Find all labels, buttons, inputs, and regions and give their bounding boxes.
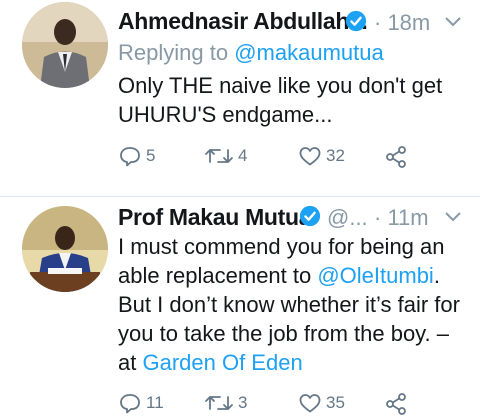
retweet-button[interactable]: 4 <box>204 145 247 167</box>
chevron-down-icon[interactable] <box>444 211 462 223</box>
share-button[interactable] <box>384 145 408 169</box>
retweet-count: 4 <box>238 146 248 165</box>
retweet-count: 3 <box>238 393 248 412</box>
verified-badge-icon <box>345 10 367 32</box>
like-icon <box>299 147 321 166</box>
share-button[interactable] <box>384 392 408 416</box>
chevron-down-icon[interactable] <box>444 16 462 28</box>
like-count: 32 <box>326 146 345 165</box>
timestamp[interactable]: · 18m <box>374 10 430 36</box>
verified-badge-icon <box>299 205 321 227</box>
timestamp[interactable]: · 11m <box>374 205 429 231</box>
tweet-text: I must commend you for being an able rep… <box>118 232 470 377</box>
user-handle[interactable]: @... <box>327 205 368 231</box>
tweet-actions: 5 4 32 <box>118 145 438 173</box>
reply-icon <box>120 147 140 167</box>
like-count: 35 <box>326 393 345 412</box>
retweet-icon <box>205 149 233 163</box>
reply-count: 5 <box>146 146 156 165</box>
display-name[interactable]: Prof Makau Mutua <box>118 204 312 231</box>
mention-link[interactable]: @OleItumbi <box>317 263 433 288</box>
reply-button[interactable]: 5 <box>118 145 155 167</box>
reply-mention-link[interactable]: @makaumutua <box>234 40 384 65</box>
tweet[interactable]: Ahmednasir Abdullah... · 18m Replying to… <box>0 0 480 195</box>
tweet-actions: 11 3 35 <box>118 392 438 420</box>
share-icon <box>386 393 406 415</box>
tweet-text: Only THE naive like you don't get UHURU'… <box>118 73 443 127</box>
avatar[interactable] <box>22 2 108 88</box>
avatar[interactable] <box>22 206 108 292</box>
tweet[interactable]: Prof Makau Mutua @... · 11m I must comme… <box>0 196 480 415</box>
like-button[interactable]: 32 <box>298 145 345 167</box>
reply-prefix: Replying to <box>118 40 229 65</box>
reply-context: Replying to @makaumutua <box>118 40 384 66</box>
reply-count: 11 <box>146 393 164 412</box>
place-link[interactable]: Garden Of Eden <box>142 350 302 375</box>
display-name[interactable]: Ahmednasir Abdullah... <box>118 8 368 35</box>
share-icon <box>386 146 406 168</box>
